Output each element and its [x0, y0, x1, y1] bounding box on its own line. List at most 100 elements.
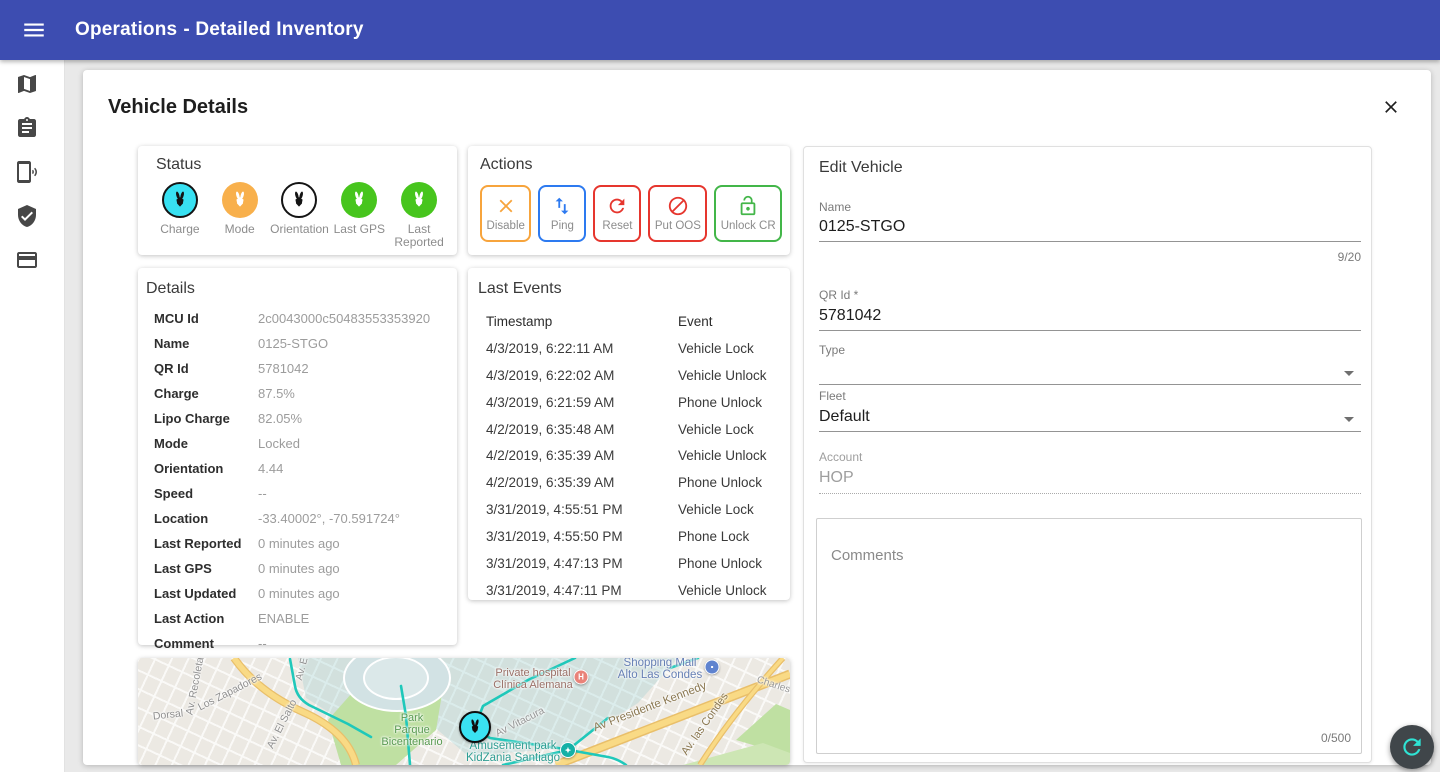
detail-label: MCU Id: [154, 311, 258, 326]
event-timestamp: 3/31/2019, 4:47:11 PM: [486, 583, 678, 598]
events-col-timestamp: Timestamp: [486, 314, 678, 329]
disable-button[interactable]: Disable: [480, 185, 531, 242]
refresh-icon: [606, 195, 628, 217]
detail-row-lipo-charge: Lipo Charge82.05%: [146, 406, 449, 431]
event-row: 3/31/2019, 4:47:11 PMVehicle Unlock: [478, 577, 790, 604]
qr-field[interactable]: 5781042: [819, 307, 881, 325]
event-name: Vehicle Lock: [678, 422, 790, 437]
detail-label: Last Action: [154, 611, 258, 626]
sidebar-item-map[interactable]: [15, 72, 39, 96]
detail-value: 0 minutes ago: [258, 561, 340, 576]
lock-open-icon: [737, 195, 759, 217]
name-field-underline: [819, 241, 1361, 242]
detail-value: 87.5%: [258, 386, 295, 401]
map-label-line: Private hospital: [493, 667, 573, 679]
detail-label: Location: [154, 511, 258, 526]
event-row: 3/31/2019, 4:55:51 PMVehicle Lock: [478, 496, 790, 523]
fleet-dropdown-arrow-icon[interactable]: [1337, 407, 1361, 431]
map[interactable]: Shopping MallAlto Las Condes Private hosp…: [138, 658, 790, 765]
hamburger-menu-icon[interactable]: [21, 17, 47, 43]
app-title-secondary: - Detailed Inventory: [183, 19, 363, 40]
credit-card-icon: [15, 259, 39, 276]
map-label-line: Park: [381, 712, 442, 724]
type-field-label: Type: [819, 343, 845, 357]
actions-card-title: Actions: [480, 156, 782, 174]
detail-value: 4.44: [258, 461, 283, 476]
detail-value: 0 minutes ago: [258, 536, 340, 551]
clipboard-icon: [15, 127, 39, 144]
detail-label: Mode: [154, 436, 258, 451]
rabbit-icon: [162, 182, 198, 218]
actions-card: Actions Disable Ping Reset Put OOSUnlock CR: [468, 146, 790, 255]
status-item-last-gps: Last GPS: [329, 182, 389, 249]
sidebar-item-devices[interactable]: [15, 160, 39, 184]
detail-label: Comment: [154, 636, 258, 651]
put-oos-button[interactable]: Put OOS: [648, 185, 707, 242]
event-name: Vehicle Unlock: [678, 448, 790, 463]
events-col-event: Event: [678, 314, 790, 329]
status-item-label: Orientation: [270, 223, 329, 236]
action-button-label: Ping: [551, 220, 574, 232]
type-dropdown-arrow-icon[interactable]: [1337, 361, 1361, 385]
map-label-line: Bicentenario: [381, 736, 442, 748]
fleet-field-underline: [819, 431, 1361, 432]
block-icon: [667, 195, 689, 217]
comments-placeholder: Comments: [831, 547, 904, 564]
refresh-fab-button[interactable]: [1390, 725, 1434, 769]
name-char-counter: 9/20: [1338, 250, 1361, 264]
detail-label: Speed: [154, 486, 258, 501]
name-field-label: Name: [819, 200, 851, 214]
name-field[interactable]: 0125-STGO: [819, 218, 905, 236]
details-card-title: Details: [146, 280, 449, 298]
sidebar-item-security[interactable]: [15, 204, 39, 228]
detail-row-mcu-id: MCU Id2c0043000c50483553353920: [146, 306, 449, 331]
details-card: Details MCU Id2c0043000c50483553353920Na…: [138, 268, 457, 645]
status-card: Status ChargeModeOrientationLast GPSLast…: [138, 146, 457, 255]
close-icon[interactable]: [1381, 97, 1401, 117]
type-field-underline: [819, 384, 1361, 385]
detail-value: 5781042: [258, 361, 309, 376]
detail-value: -33.40002°, -70.591724°: [258, 511, 400, 526]
sidebar-item-inventory[interactable]: [15, 116, 39, 140]
map-label-line: Alto Las Condes: [618, 669, 702, 681]
action-button-label: Reset: [602, 220, 632, 232]
detail-label: Last Updated: [154, 586, 258, 601]
detail-value: 82.05%: [258, 411, 302, 426]
fleet-select[interactable]: Default: [819, 408, 870, 426]
events-card-title: Last Events: [478, 280, 790, 298]
status-item-charge: Charge: [150, 182, 210, 249]
detail-label: Last Reported: [154, 536, 258, 551]
event-name: Vehicle Unlock: [678, 368, 790, 383]
map-marker-hospital-icon: H: [574, 670, 589, 685]
event-row: 4/3/2019, 6:22:11 AMVehicle Lock: [478, 335, 790, 362]
event-timestamp: 3/31/2019, 4:47:13 PM: [486, 556, 678, 571]
event-row: 4/3/2019, 6:22:02 AMVehicle Unlock: [478, 362, 790, 389]
events-header-row: TimestampEvent: [478, 308, 790, 335]
detail-row-last-updated: Last Updated0 minutes ago: [146, 581, 449, 606]
reset-button[interactable]: Reset: [593, 185, 641, 242]
map-label-line: Clínica Alemana: [493, 679, 573, 691]
vehicle-location-marker[interactable]: [459, 711, 491, 743]
sidebar-item-billing[interactable]: [15, 248, 39, 272]
detail-row-mode: ModeLocked: [146, 431, 449, 456]
edit-vehicle-form: Edit Vehicle Name 0125-STGO 9/20 QR Id *…: [803, 146, 1372, 763]
comments-textarea[interactable]: Comments 0/500: [816, 518, 1362, 754]
unlock-cr-button[interactable]: Unlock CR: [714, 185, 782, 242]
event-name: Phone Lock: [678, 529, 790, 544]
map-label-line: Shopping Mall: [618, 658, 702, 669]
detail-row-speed: Speed--: [146, 481, 449, 506]
detail-row-comment: Comment--: [146, 631, 449, 656]
detail-value: --: [258, 486, 267, 501]
qr-field-label: QR Id *: [819, 288, 858, 302]
detail-row-last-action: Last ActionENABLE: [146, 606, 449, 631]
status-item-label: Charge: [160, 223, 199, 236]
comments-char-counter: 0/500: [1321, 731, 1351, 745]
detail-row-charge: Charge87.5%: [146, 381, 449, 406]
app-title: Operations- Detailed Inventory: [75, 19, 364, 41]
map-label-park-bicentenario: ParkParqueBicentenario: [381, 712, 442, 748]
edit-vehicle-title: Edit Vehicle: [819, 159, 903, 177]
ping-button[interactable]: Ping: [538, 185, 586, 242]
event-row: 3/31/2019, 4:47:13 PMPhone Unlock: [478, 550, 790, 577]
event-timestamp: 3/31/2019, 4:55:51 PM: [486, 502, 678, 517]
detail-label: Lipo Charge: [154, 411, 258, 426]
